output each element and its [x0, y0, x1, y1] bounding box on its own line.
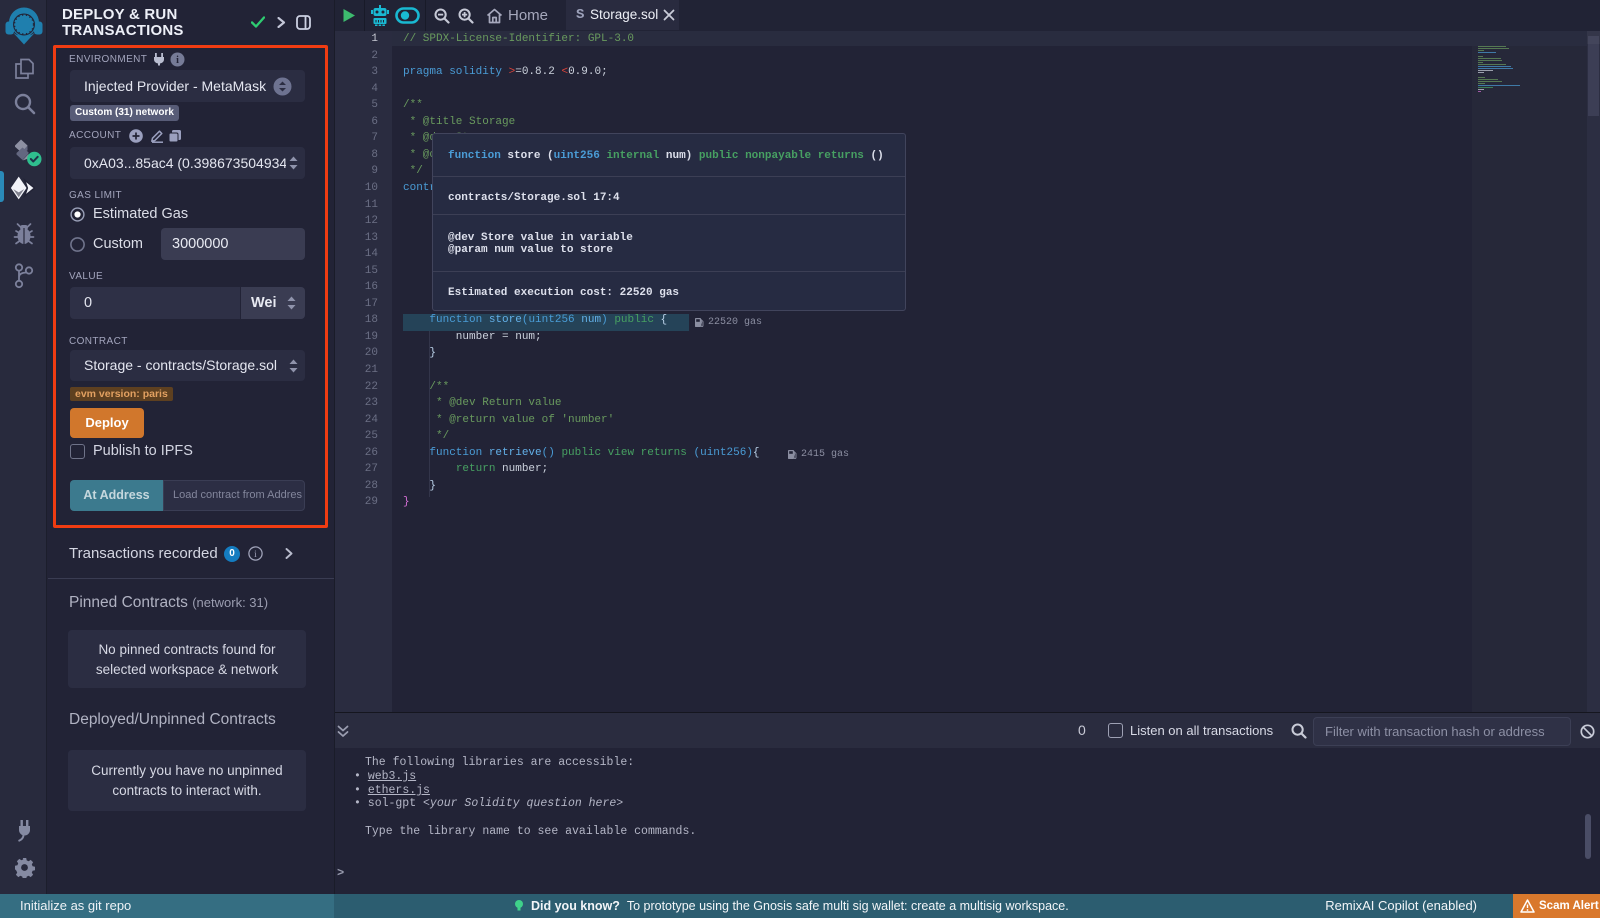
- svg-text:i: i: [176, 55, 179, 66]
- svg-text:i: i: [254, 550, 257, 560]
